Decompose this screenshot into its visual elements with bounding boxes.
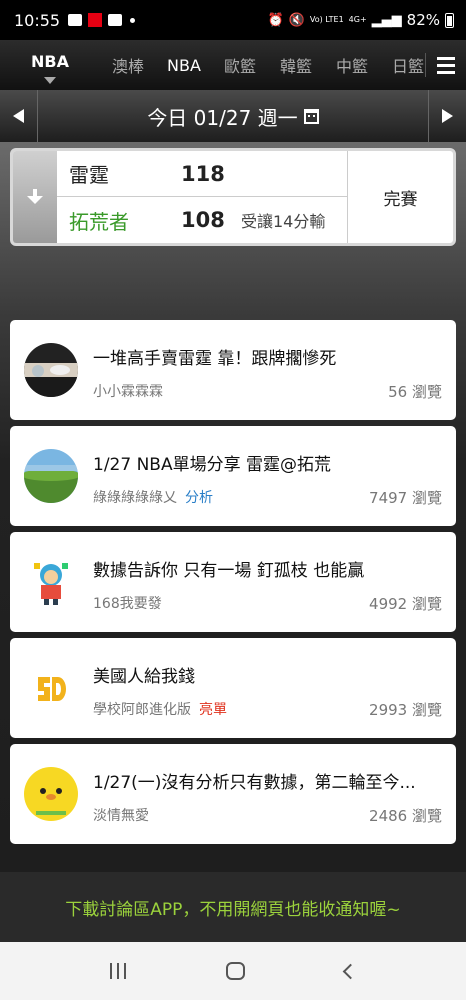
- league-tabs: 澳棒 NBA 歐籃 韓籃 中籃 日籃: [100, 40, 425, 90]
- post-views: 7497 瀏覽: [369, 489, 442, 507]
- post-author: 淡情無愛: [93, 808, 149, 824]
- post-views: 4992 瀏覽: [369, 595, 442, 613]
- recent-apps-icon[interactable]: [110, 963, 126, 979]
- system-nav-bar: [0, 942, 466, 1000]
- alarm-icon: ⏰: [267, 12, 284, 28]
- away-team-row: 拓荒者 108 受讓14分輸: [57, 197, 347, 243]
- tab-league[interactable]: 日籃: [380, 53, 425, 77]
- gallery-notification-icon: [68, 14, 83, 26]
- home-team-score: 118: [181, 161, 225, 186]
- handicap-result: 受讓14分輸: [241, 212, 326, 231]
- away-team-score: 108: [181, 208, 225, 232]
- banner-text: 下載討論區APP，不用開網頁也能收通知喔~: [65, 899, 401, 920]
- home-icon[interactable]: [226, 962, 245, 980]
- post-item[interactable]: 1/27(一)沒有分析只有數據，第二輪至今... 淡情無愛 2486 瀏覽: [10, 744, 456, 844]
- post-views: 56 瀏覽: [388, 383, 442, 401]
- post-views: 2993 瀏覽: [369, 701, 442, 719]
- post-item[interactable]: 1/27 NBA單場分享 雷霆@拓荒 綠綠綠綠綠乂 分析 7497 瀏覽: [10, 426, 456, 526]
- away-team-name: 拓荒者: [69, 209, 129, 234]
- network-4g-indicator: 4G+: [348, 15, 367, 24]
- post-tag: 亮單: [199, 702, 227, 718]
- post-title: 數據告訴你 只有一場 釘孤枝 也能贏: [93, 561, 365, 581]
- post-title: 1/27 NBA單場分享 雷霆@拓荒: [93, 455, 331, 475]
- tab-league[interactable]: 澳棒: [100, 53, 156, 77]
- date-label: 今日 01/27 週一: [147, 105, 298, 130]
- post-title: 1/27(一)沒有分析只有數據，第二輪至今...: [93, 773, 416, 793]
- mail-notification-icon: [108, 14, 123, 26]
- game-card[interactable]: 雷霆 118 拓荒者 108 受讓14分輸 完賽: [10, 148, 456, 246]
- current-league-label: NBA: [31, 52, 69, 71]
- tab-league[interactable]: NBA: [156, 56, 212, 75]
- avatar: [24, 343, 78, 397]
- post-item[interactable]: 數據告訴你 只有一場 釘孤枝 也能贏 168我要發 4992 瀏覽: [10, 532, 456, 632]
- post-title: 一堆高手賣雷霆 靠！跟牌擱慘死: [93, 349, 337, 369]
- expand-game-button[interactable]: [13, 151, 57, 243]
- tab-league[interactable]: 韓籃: [268, 53, 324, 77]
- post-item[interactable]: 美國人給我錢 學校阿郎進化版 亮單 2993 瀏覽: [10, 638, 456, 738]
- post-tag: 分析: [185, 490, 213, 506]
- battery-percent: 82%: [406, 11, 440, 29]
- caret-down-icon: [44, 77, 56, 84]
- battery-icon: [445, 12, 454, 28]
- content-area: 雷霆 118 拓荒者 108 受讓14分輸 完賽 一堆高手賣雷霆 靠！跟牌擱慘死…: [0, 142, 466, 872]
- current-league-selector[interactable]: NBA: [0, 40, 100, 90]
- back-icon[interactable]: [342, 963, 359, 979]
- home-team-row: 雷霆 118: [57, 151, 347, 197]
- tab-league[interactable]: 歐籃: [212, 53, 268, 77]
- previous-day-button[interactable]: [0, 90, 38, 142]
- avatar: [24, 661, 78, 715]
- avatar: [24, 449, 78, 503]
- date-navigation: 今日 01/27 週一: [0, 90, 466, 142]
- date-picker[interactable]: 今日 01/27 週一: [38, 102, 428, 131]
- clock: 10:55: [14, 10, 61, 30]
- mute-icon: 🔇: [288, 12, 305, 28]
- post-author: 小小霖霖霖: [93, 384, 163, 400]
- post-author: 學校阿郎進化版 亮單: [93, 702, 227, 718]
- post-item[interactable]: 一堆高手賣雷霆 靠！跟牌擱慘死 小小霖霖霖 56 瀏覽: [10, 320, 456, 420]
- post-author: 綠綠綠綠綠乂 分析: [93, 490, 213, 506]
- hamburger-menu-icon[interactable]: [426, 40, 466, 90]
- game-status: 完賽: [347, 151, 453, 243]
- post-author: 168我要發: [93, 596, 162, 612]
- game-teams: 雷霆 118 拓荒者 108 受讓14分輸: [57, 151, 347, 243]
- post-title: 美國人給我錢: [93, 667, 195, 687]
- arrow-down-icon: [27, 189, 43, 205]
- uniqlo-notification-icon: [88, 13, 103, 27]
- volte-indicator: Vo) LTE1: [309, 15, 344, 24]
- arrow-left-icon: [13, 109, 24, 123]
- avatar: [24, 555, 78, 609]
- league-tab-bar: NBA 澳棒 NBA 歐籃 韓籃 中籃 日籃: [0, 40, 466, 90]
- next-day-button[interactable]: [428, 90, 466, 142]
- more-notifications-icon: [130, 17, 136, 23]
- post-views: 2486 瀏覽: [369, 807, 442, 825]
- status-bar: 10:55 ⏰ 🔇 Vo) LTE1 4G+ ▂▄▆ 82%: [0, 0, 466, 40]
- tab-league[interactable]: 中籃: [324, 53, 380, 77]
- home-team-name: 雷霆: [69, 163, 109, 187]
- calendar-icon: [303, 108, 319, 124]
- download-app-banner[interactable]: 下載討論區APP，不用開網頁也能收通知喔~: [0, 872, 466, 942]
- arrow-right-icon: [442, 109, 453, 123]
- avatar: [24, 767, 78, 821]
- signal-icon: ▂▄▆: [371, 12, 402, 28]
